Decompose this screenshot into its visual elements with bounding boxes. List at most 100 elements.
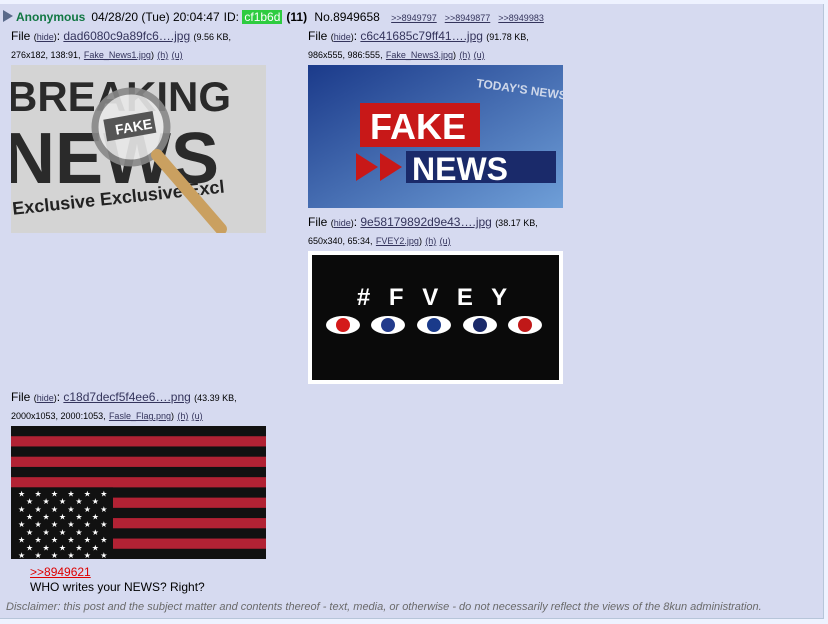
black-red-flag-image: ★ ★ ★ ★ ★ ★★ ★ ★ ★ ★★ ★ ★ ★ ★ ★★ ★ ★ ★ ★★ ★ ★ ★ ★ ★★ ★ ★ ★ ★★ ★ ★ ★ ★ ★★…	[11, 426, 266, 559]
original-filename-link[interactable]: FVEY2.jpg	[376, 236, 419, 246]
svg-text:★: ★	[84, 536, 91, 545]
svg-text:★: ★	[51, 520, 58, 529]
thumbnail-black-flag[interactable]: ★ ★ ★ ★ ★ ★ ★ ★ ★ ★ ★ ★ ★ ★ ★ ★ ★ ★ ★ ★ ★ ★ ★ ★ ★ ★ ★ ★ ★ ★ ★ ★ ★ ★ ★ ★ ★ ★ ★ ★…	[11, 426, 266, 559]
poster-name: Anonymous	[16, 10, 86, 24]
svg-text:★: ★	[26, 528, 33, 537]
svg-text:★: ★	[84, 505, 91, 514]
fvey-image: # F V E Y	[308, 251, 563, 384]
h-link[interactable]: (h)	[425, 236, 436, 246]
svg-text:NEWS: NEWS	[412, 151, 508, 187]
u-link[interactable]: (u)	[440, 236, 451, 246]
post-container: Anonymous 04/28/20 (Tue) 20:04:47 ID: cf1b…	[0, 4, 824, 619]
svg-text:★: ★	[100, 536, 107, 545]
svg-text:★: ★	[67, 536, 74, 545]
svg-text:★: ★	[84, 551, 91, 559]
thumbnail-fake-news[interactable]: TODAY'S NEWS FAKE NEWS	[308, 65, 563, 208]
svg-text:★: ★	[34, 489, 41, 498]
svg-text:FAKE: FAKE	[370, 106, 466, 147]
svg-text:★: ★	[42, 528, 49, 537]
svg-text:★: ★	[18, 536, 25, 545]
svg-text:★: ★	[51, 489, 58, 498]
svg-text:★: ★	[75, 497, 82, 506]
file-info-4: File (hide): c18d7decf5f4ee6….png (43.39…	[11, 390, 237, 421]
svg-text:★: ★	[26, 543, 33, 552]
svg-text:★: ★	[92, 543, 99, 552]
u-link[interactable]: (u)	[172, 50, 183, 60]
fake-news-image: TODAY'S NEWS FAKE NEWS	[308, 65, 563, 208]
file-name-link[interactable]: c18d7decf5f4ee6….png	[63, 390, 190, 404]
h-link[interactable]: (h)	[157, 50, 168, 60]
svg-text:★: ★	[18, 489, 25, 498]
svg-text:★: ★	[42, 543, 49, 552]
svg-text:★: ★	[18, 505, 25, 514]
svg-text:★: ★	[59, 543, 66, 552]
file-name-link[interactable]: 9e58179892d9e43….jpg	[360, 215, 491, 229]
file-name-link[interactable]: c6c41685c79ff41….jpg	[360, 29, 483, 43]
disclaimer-text: Disclaimer: this post and the subject ma…	[6, 601, 762, 613]
svg-text:★: ★	[92, 497, 99, 506]
h-link[interactable]: (h)	[459, 50, 470, 60]
quote-link[interactable]: >>8949621	[30, 565, 91, 579]
post-number-link[interactable]: No.8949658	[314, 10, 379, 24]
svg-text:★: ★	[59, 512, 66, 521]
svg-text:★: ★	[18, 520, 25, 529]
svg-text:★: ★	[100, 520, 107, 529]
svg-text:★: ★	[67, 551, 74, 559]
original-filename-link[interactable]: Fake_News3.jpg	[386, 50, 453, 60]
hide-link[interactable]: hide	[37, 32, 54, 42]
svg-text:★: ★	[100, 489, 107, 498]
svg-text:★: ★	[18, 551, 25, 559]
svg-text:★: ★	[67, 489, 74, 498]
hide-link[interactable]: hide	[334, 218, 351, 228]
svg-text:★: ★	[75, 543, 82, 552]
svg-text:★: ★	[67, 520, 74, 529]
h-link[interactable]: (h)	[177, 411, 188, 421]
id-label: ID:	[223, 10, 240, 24]
svg-text:★: ★	[51, 536, 58, 545]
svg-text:★: ★	[51, 505, 58, 514]
file-info-2: File (hide): c6c41685c79ff41….jpg (91.78…	[308, 29, 529, 60]
svg-text:★: ★	[92, 512, 99, 521]
svg-text:★: ★	[100, 551, 107, 559]
backlink[interactable]: >>8949877	[445, 13, 491, 23]
svg-text:# F V E Y: # F V E Y	[357, 284, 513, 311]
poster-id-badge[interactable]: cf1b6d	[242, 10, 283, 24]
svg-text:★: ★	[42, 512, 49, 521]
svg-text:★: ★	[92, 528, 99, 537]
svg-text:★: ★	[84, 489, 91, 498]
hide-link[interactable]: hide	[334, 32, 351, 42]
svg-text:★: ★	[75, 528, 82, 537]
post-header: Anonymous 04/28/20 (Tue) 20:04:47 ID: cf1b…	[3, 10, 544, 24]
backlink[interactable]: >>8949983	[498, 13, 544, 23]
svg-text:★: ★	[26, 512, 33, 521]
post-body: >>8949621 WHO writes your NEWS? Right?	[30, 565, 205, 595]
thumbnail-breaking-news[interactable]: BREAKING NEWS Exclusive Exclusive Excl F…	[11, 65, 266, 233]
svg-text:★: ★	[100, 505, 107, 514]
thumbnail-fvey[interactable]: # F V E Y	[308, 251, 563, 384]
svg-text:★: ★	[59, 497, 66, 506]
u-link[interactable]: (u)	[474, 50, 485, 60]
svg-text:★: ★	[26, 497, 33, 506]
svg-text:★: ★	[42, 497, 49, 506]
svg-text:★: ★	[34, 505, 41, 514]
file-info-3: File (hide): 9e58179892d9e43….jpg (38.17…	[308, 215, 538, 246]
backlink[interactable]: >>8949797	[391, 13, 437, 23]
original-filename-link[interactable]: Fasle_Flag.png	[109, 411, 171, 421]
breaking-news-image: BREAKING NEWS Exclusive Exclusive Excl F…	[11, 65, 266, 233]
u-link[interactable]: (u)	[192, 411, 203, 421]
file-info-1: File (hide): dad6080c9a89fc6….jpg (9.56 …	[11, 29, 232, 60]
id-post-count: (11)	[286, 10, 308, 24]
file-name-link[interactable]: dad6080c9a89fc6….jpg	[63, 29, 190, 43]
post-menu-triangle-icon[interactable]	[3, 10, 13, 22]
hide-link[interactable]: hide	[37, 393, 54, 403]
svg-text:★: ★	[34, 551, 41, 559]
svg-text:★: ★	[75, 512, 82, 521]
svg-text:★: ★	[51, 551, 58, 559]
svg-text:★: ★	[67, 505, 74, 514]
svg-text:★: ★	[34, 520, 41, 529]
svg-text:★: ★	[84, 520, 91, 529]
svg-text:★: ★	[34, 536, 41, 545]
original-filename-link[interactable]: Fake_News1.jpg	[84, 50, 151, 60]
post-date: 04/28/20 (Tue) 20:04:47	[91, 10, 220, 24]
svg-text:★: ★	[59, 528, 66, 537]
